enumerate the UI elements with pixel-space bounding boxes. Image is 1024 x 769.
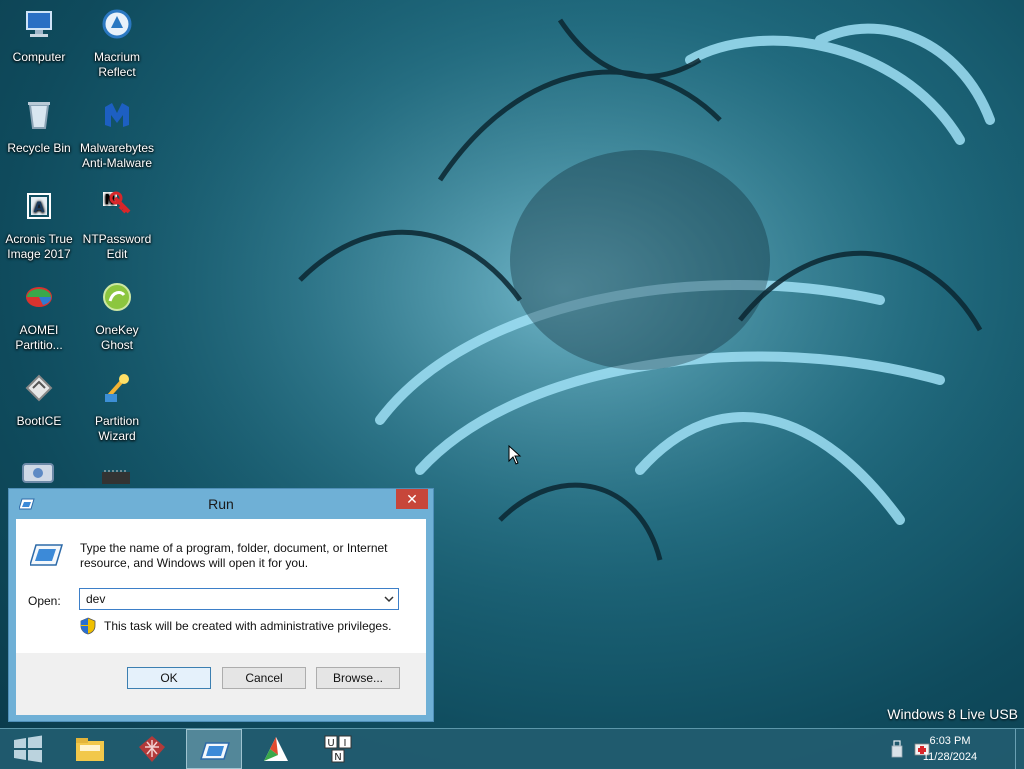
cancel-button[interactable]: Cancel	[222, 667, 306, 689]
show-desktop-button[interactable]	[1015, 729, 1024, 769]
desktop-icon-partition-wizard[interactable]: Partition Wizard	[78, 370, 156, 444]
partial-chip-icon[interactable]	[100, 468, 132, 486]
desktop-icon-bootice[interactable]: BootICE	[0, 370, 78, 429]
ntpassword-icon: N	[103, 191, 131, 214]
run-dialog: Run ✕ Type the name of a program, folder…	[8, 488, 434, 722]
dialog-title: Run	[208, 496, 234, 512]
desktop-icon-macrium-reflect[interactable]: Macrium Reflect	[78, 6, 156, 80]
open-combobox[interactable]: dev	[79, 588, 399, 610]
aomei-icon	[26, 287, 52, 307]
clock-date: 11/28/2024	[922, 751, 978, 763]
uin-app-icon: U I N	[324, 735, 352, 763]
os-watermark: Windows 8 Live USB	[887, 706, 1018, 722]
admin-privileges-note: This task will be created with administr…	[104, 619, 392, 633]
taskbar-run[interactable]	[186, 729, 242, 769]
dialog-body: Type the name of a program, folder, docu…	[16, 519, 426, 715]
start-button[interactable]	[0, 729, 56, 769]
taskbar-uin-app[interactable]: U I N	[310, 729, 366, 769]
uac-shield-icon	[80, 617, 96, 635]
ok-button[interactable]: OK	[127, 667, 211, 689]
taskbar-partition-tool[interactable]	[248, 729, 304, 769]
desktop-icon-computer[interactable]: Computer	[0, 6, 78, 65]
partition-tool-icon	[264, 737, 288, 761]
run-program-icon	[30, 544, 64, 566]
start-windows-icon	[14, 735, 42, 763]
desktop-icon-onekey-ghost[interactable]: OneKey Ghost	[78, 279, 156, 353]
dialog-description: Type the name of a program, folder, docu…	[80, 541, 388, 570]
dialog-button-bar: OK Cancel Browse...	[16, 653, 426, 715]
mouse-cursor-icon	[508, 445, 522, 465]
browse-button[interactable]: Browse...	[316, 667, 400, 689]
desktop-icon-aomei[interactable]: AOMEI Partitio...	[0, 279, 78, 353]
run-dialog-icon	[199, 742, 231, 760]
desktop-icon-malwarebytes[interactable]: Malwarebytes Anti-Malware	[78, 97, 156, 171]
close-button[interactable]: ✕	[396, 489, 428, 509]
partial-drive-icon[interactable]	[20, 460, 56, 488]
taskbar-network-app[interactable]	[124, 729, 180, 769]
chevron-down-icon[interactable]	[384, 596, 394, 603]
clock-time: 6:03 PM	[929, 735, 971, 747]
taskbar: U I N 6:03 PM 11/28/2024	[0, 728, 1024, 769]
svg-text:U: U	[327, 738, 334, 749]
svg-text:A: A	[34, 200, 45, 216]
open-label: Open:	[28, 594, 61, 608]
bootice-icon	[25, 374, 53, 402]
svg-text:I: I	[344, 738, 347, 749]
desktop-icon-ntpassword[interactable]: N NTPassword Edit	[78, 188, 156, 262]
dialog-titlebar[interactable]: Run ✕	[9, 489, 433, 519]
recycle-bin-icon	[28, 102, 50, 129]
computer-icon	[26, 11, 52, 37]
taskbar-file-explorer[interactable]	[62, 729, 118, 769]
malwarebytes-icon	[105, 103, 129, 127]
file-explorer-icon	[76, 738, 104, 761]
svg-text:N: N	[334, 752, 341, 763]
acronis-icon: A	[27, 193, 51, 219]
macrium-reflect-icon	[102, 9, 132, 39]
usb-tray-icon[interactable]	[891, 740, 903, 758]
desktop-icon-recycle-bin[interactable]: Recycle Bin	[0, 97, 78, 156]
network-grid-icon	[139, 736, 165, 762]
taskbar-clock[interactable]: 6:03 PM 11/28/2024	[918, 733, 982, 765]
desktop-icon-acronis[interactable]: A Acronis True Image 2017	[0, 188, 78, 262]
partition-wizard-icon	[105, 374, 129, 402]
onekey-ghost-icon	[103, 283, 131, 311]
open-input-value[interactable]: dev	[86, 592, 105, 606]
